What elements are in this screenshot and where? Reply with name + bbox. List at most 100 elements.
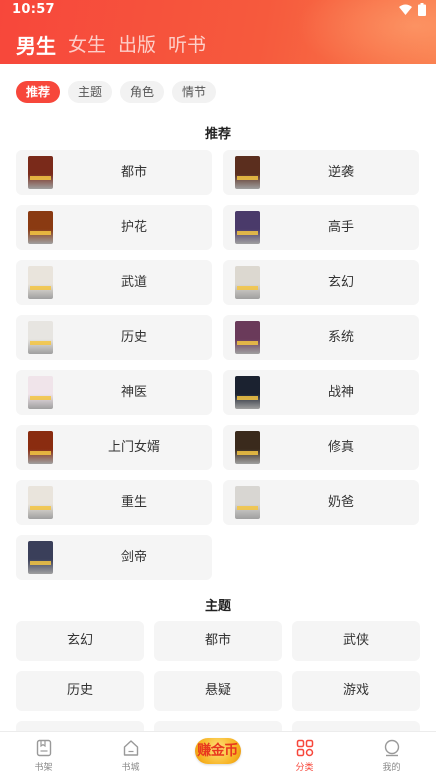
nav-bookstore-label: 书城 — [121, 763, 140, 773]
book-cover-thumbnail — [28, 266, 53, 299]
section-title-recommend: 推荐 — [204, 127, 231, 142]
recommend-item-label: 高手 — [327, 220, 354, 235]
nav-bookstore[interactable]: 书城 — [87, 732, 174, 776]
recommend-item[interactable]: 逆袭 — [223, 150, 419, 195]
tab-male[interactable]: 男生 — [16, 30, 56, 59]
cover-title-band — [237, 230, 258, 235]
recommend-item-label: 武道 — [120, 275, 147, 290]
book-cover-thumbnail — [28, 211, 53, 244]
theme-item[interactable] — [292, 721, 420, 731]
app-header: 10:57 男生 女生 出版 听书 — [0, 0, 436, 64]
cover-title-band — [237, 450, 258, 455]
recommend-item[interactable]: 奶爸 — [223, 480, 419, 525]
recommend-item-label: 逆袭 — [327, 165, 354, 180]
book-cover-thumbnail — [28, 431, 53, 464]
cover-title-band — [30, 230, 51, 235]
cover-title-band — [30, 340, 51, 345]
recommend-item-label: 神医 — [120, 385, 147, 400]
cover-title-band — [30, 450, 51, 455]
cover-title-band — [237, 175, 258, 180]
theme-item[interactable] — [154, 721, 282, 731]
cover-title-band — [237, 285, 258, 290]
book-cover-thumbnail — [235, 486, 260, 519]
theme-item[interactable]: 历史 — [16, 671, 144, 711]
nav-earn-coins[interactable]: 赚金币 — [174, 732, 261, 776]
tab-audiobook[interactable]: 听书 — [168, 30, 206, 59]
nav-bookshelf[interactable]: 书架 — [0, 732, 87, 776]
category-content[interactable]: 推荐 主题 角色 情节 推荐 都市 逆袭 护花 高手 武道 玄幻 历史 系统 神医 战神 上门女婿修… — [0, 64, 436, 731]
book-cover-thumbnail — [235, 376, 260, 409]
category-icon — [296, 739, 313, 757]
recommend-item[interactable]: 系统 — [223, 315, 419, 360]
nav-category-label: 分类 — [295, 763, 314, 773]
recommend-item-label: 重生 — [120, 495, 147, 510]
wifi-icon — [399, 4, 412, 15]
cover-title-band — [30, 560, 51, 565]
recommend-item-label: 修真 — [327, 440, 354, 455]
nav-profile-label: 我的 — [382, 763, 401, 773]
recommend-item[interactable]: 历史 — [16, 315, 212, 360]
theme-item[interactable] — [16, 721, 144, 731]
recommend-item[interactable]: 武道 — [16, 260, 212, 305]
nav-bookshelf-label: 书架 — [34, 763, 53, 773]
chip-role[interactable]: 角色 — [120, 81, 165, 103]
recommend-item-label: 系统 — [327, 330, 354, 345]
book-cover-thumbnail — [235, 266, 260, 299]
tab-female[interactable]: 女生 — [68, 30, 106, 59]
recommend-item-label: 奶爸 — [327, 495, 354, 510]
theme-item[interactable]: 武侠 — [292, 621, 420, 661]
tab-published[interactable]: 出版 — [118, 30, 156, 59]
recommend-item[interactable]: 玄幻 — [223, 260, 419, 305]
bottom-nav: 书架 书城 赚金币 分类 我的 — [0, 731, 436, 776]
recommend-item-label: 历史 — [120, 330, 147, 345]
book-cover-thumbnail — [235, 431, 260, 464]
recommend-item[interactable]: 战神 — [223, 370, 419, 415]
chip-theme[interactable]: 主题 — [68, 81, 113, 103]
cover-title-band — [30, 285, 51, 290]
book-cover-thumbnail — [28, 541, 53, 574]
book-cover-thumbnail — [28, 156, 53, 189]
earn-coins-badge: 赚金币 — [194, 738, 241, 764]
book-cover-thumbnail — [235, 211, 260, 244]
recommend-item-label: 护花 — [120, 220, 147, 235]
gender-tabs: 男生 女生 出版 听书 — [16, 30, 206, 59]
book-cover-thumbnail — [235, 321, 260, 354]
theme-item[interactable]: 玄幻 — [16, 621, 144, 661]
book-cover-thumbnail — [28, 376, 53, 409]
profile-icon — [384, 739, 399, 757]
chip-recommend[interactable]: 推荐 — [16, 81, 61, 103]
home-icon — [123, 740, 138, 756]
recommend-item[interactable]: 上门女婿 — [16, 425, 212, 470]
book-cover-thumbnail — [235, 156, 260, 189]
cover-title-band — [30, 505, 51, 510]
cover-title-band — [30, 395, 51, 400]
book-cover-thumbnail — [28, 321, 53, 354]
recommend-item[interactable]: 都市 — [16, 150, 212, 195]
nav-profile[interactable]: 我的 — [348, 732, 435, 776]
recommend-item-label: 上门女婿 — [107, 440, 160, 455]
book-cover-thumbnail — [28, 486, 53, 519]
chip-plot[interactable]: 情节 — [172, 81, 217, 103]
recommend-item[interactable]: 剑帝 — [16, 535, 212, 580]
recommend-item[interactable]: 护花 — [16, 205, 212, 250]
battery-icon — [418, 3, 426, 16]
recommend-item[interactable]: 重生 — [16, 480, 212, 525]
recommend-item-label: 玄幻 — [327, 275, 354, 290]
recommend-item[interactable]: 修真 — [223, 425, 419, 470]
recommend-item[interactable]: 神医 — [16, 370, 212, 415]
status-time: 10:57 — [12, 2, 55, 17]
status-bar: 10:57 — [0, 0, 436, 20]
theme-item[interactable]: 悬疑 — [154, 671, 282, 711]
cover-title-band — [237, 505, 258, 510]
theme-item[interactable]: 游戏 — [292, 671, 420, 711]
bookshelf-icon — [36, 739, 51, 757]
cover-title-band — [30, 175, 51, 180]
cover-title-band — [237, 340, 258, 345]
nav-category[interactable]: 分类 — [261, 732, 348, 776]
filter-chips: 推荐 主题 角色 情节 — [16, 81, 217, 103]
recommend-item-label: 战神 — [327, 385, 354, 400]
theme-item[interactable]: 都市 — [154, 621, 282, 661]
cover-title-band — [237, 395, 258, 400]
recommend-item[interactable]: 高手 — [223, 205, 419, 250]
recommend-item-label: 剑帝 — [120, 550, 147, 565]
